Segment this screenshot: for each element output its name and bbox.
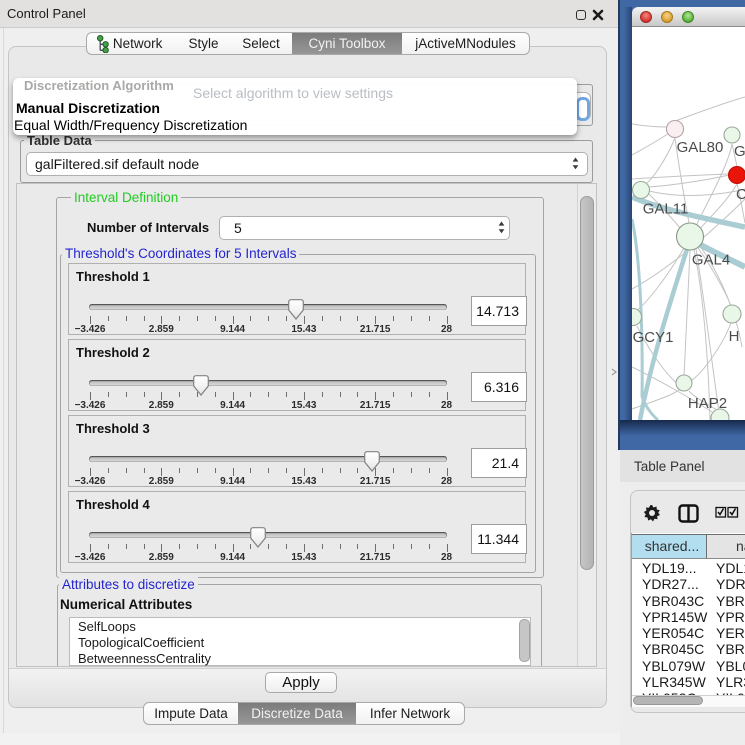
svg-text:GAL4: GAL4 (692, 252, 730, 269)
svg-text:GAL80: GAL80 (677, 139, 724, 156)
svg-text:C: C (736, 186, 745, 203)
svg-text:HAP2: HAP2 (688, 395, 727, 412)
svg-text:GAL11: GAL11 (643, 201, 689, 218)
svg-text:GCY1: GCY1 (633, 329, 674, 346)
svg-text:H: H (729, 328, 740, 345)
svg-text:GA: GA (734, 143, 745, 160)
